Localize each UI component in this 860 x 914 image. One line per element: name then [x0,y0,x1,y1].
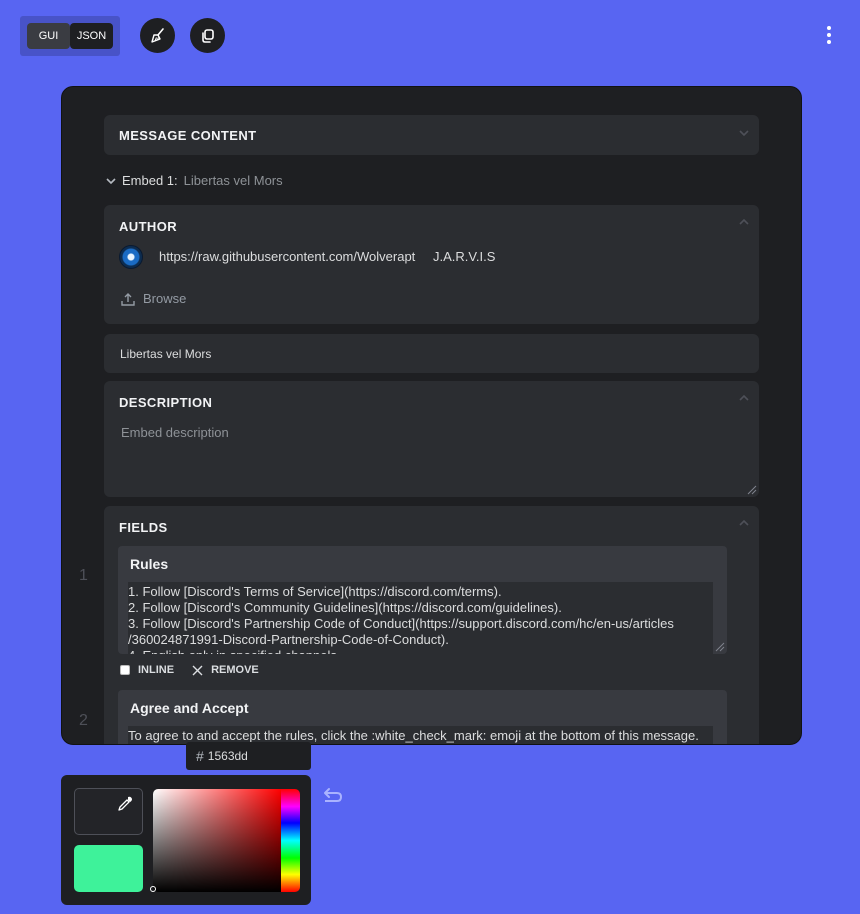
browse-button[interactable]: Browse [121,291,186,306]
field-card: Rules 1. Follow [Discord's Terms of Serv… [118,546,727,654]
field-options: INLINE REMOVE [120,664,259,676]
author-name-input[interactable]: J.A.R.V.I.S [433,249,495,264]
more-menu-button[interactable] [826,26,832,44]
copy-button[interactable] [190,18,225,53]
saturation-area[interactable] [153,789,281,892]
chevron-up-icon[interactable] [739,393,749,403]
browse-label: Browse [143,291,187,306]
copy-icon [201,28,214,43]
embed-title-input[interactable]: Libertas vel Mors [104,334,759,373]
undo-icon[interactable] [320,787,344,807]
hex-color-input[interactable]: # 1563dd [186,742,311,770]
json-mode-button[interactable]: JSON [70,23,113,49]
inline-label: INLINE [138,664,175,676]
message-content-section[interactable]: MESSAGE CONTENT [104,115,759,155]
resize-handle-icon[interactable] [745,483,757,495]
kebab-dot [827,40,831,44]
embed-header[interactable]: Embed 1: Libertas vel Mors [106,173,283,188]
mode-toggle: GUI JSON [20,16,120,56]
current-color-swatch[interactable] [74,788,143,835]
message-content-title: MESSAGE CONTENT [119,128,257,143]
field-name-input[interactable]: Agree and Accept [130,700,249,716]
embed-label: Embed 1: [122,173,178,188]
more-vertical-icon [827,26,831,30]
chevron-up-icon[interactable] [739,518,749,528]
hue-slider[interactable] [281,789,300,892]
upload-icon [121,292,135,306]
field-value-input[interactable]: 1. Follow [Discord's Terms of Service](h… [128,582,713,654]
field-number: 2 [79,712,88,729]
field-card: Agree and Accept To agree to and accept … [118,690,727,744]
chevron-down-icon [106,177,116,184]
remove-field-button[interactable]: REMOVE [192,664,259,676]
field-name-input[interactable]: Rules [130,556,168,572]
chevron-up-icon[interactable] [739,217,749,227]
description-input[interactable]: Embed description [121,425,229,440]
hash-symbol: # [196,748,204,764]
saturation-handle[interactable] [150,886,156,892]
editor-panel: MESSAGE CONTENT Embed 1: Libertas vel Mo… [61,86,802,745]
remove-label: REMOVE [211,664,259,676]
fields-title: FIELDS [119,520,168,535]
description-title: DESCRIPTION [119,395,213,410]
eyedropper-icon[interactable] [116,795,134,813]
field-number: 1 [79,567,88,584]
inline-toggle[interactable]: INLINE [120,664,174,676]
gui-mode-button[interactable]: GUI [27,23,70,49]
resize-handle-icon[interactable] [713,640,725,652]
author-title: AUTHOR [119,219,178,234]
inline-checkbox[interactable] [120,665,130,675]
author-icon-url-input[interactable]: https://raw.githubusercontent.com/Wolver… [159,249,417,264]
author-avatar [119,245,143,269]
clear-button[interactable] [140,18,175,53]
hex-value: 1563dd [207,749,248,763]
close-icon [192,665,203,675]
color-picker [61,775,311,905]
kebab-dot [827,33,831,37]
author-section: AUTHOR https://raw.githubusercontent.com… [104,205,759,324]
description-section: DESCRIPTION Embed description [104,381,759,497]
embed-name: Libertas vel Mors [183,173,283,188]
broom-icon [150,27,164,43]
chevron-down-icon[interactable] [739,128,749,138]
new-color-swatch [74,845,143,892]
